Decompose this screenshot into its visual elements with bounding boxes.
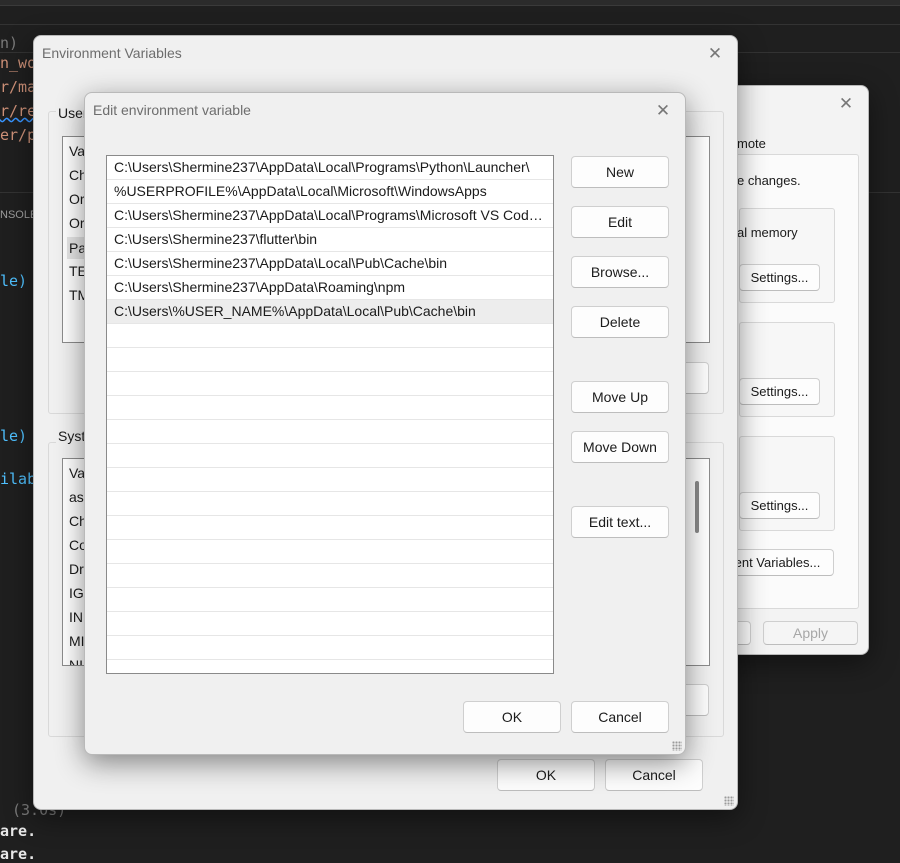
- path-entry[interactable]: C:\Users\Shermine237\AppData\Local\Pub\C…: [107, 252, 553, 276]
- terminal-line: are.: [0, 845, 37, 863]
- list-item[interactable]: MI: [69, 633, 85, 649]
- empty-row[interactable]: [107, 540, 553, 564]
- list-item[interactable]: Va: [69, 143, 85, 159]
- empty-row[interactable]: [107, 372, 553, 396]
- cancel-button[interactable]: Cancel: [605, 759, 703, 791]
- apply-button[interactable]: Apply: [763, 621, 858, 645]
- empty-row[interactable]: [107, 516, 553, 540]
- path-entry[interactable]: C:\Users\Shermine237\flutter\bin: [107, 228, 553, 252]
- code-line: n_wo: [0, 54, 37, 72]
- empty-row[interactable]: [107, 660, 553, 673]
- startup-settings-button[interactable]: Settings...: [739, 492, 820, 519]
- memory-text: al memory: [737, 225, 798, 240]
- ok-button[interactable]: OK: [463, 701, 561, 733]
- list-item[interactable]: Or: [69, 215, 85, 231]
- empty-row[interactable]: [107, 468, 553, 492]
- edit-button[interactable]: Edit: [571, 206, 669, 238]
- window-title: Environment Variables: [42, 45, 182, 61]
- terminal-line: are.: [0, 822, 37, 840]
- path-entries-list[interactable]: C:\Users\Shermine237\AppData\Local\Progr…: [106, 155, 554, 674]
- editor-title-bar: [0, 0, 900, 6]
- empty-row[interactable]: [107, 396, 553, 420]
- list-item[interactable]: IN: [69, 609, 83, 625]
- code-line: r/ma: [0, 78, 37, 96]
- terminal-line: le): [0, 427, 28, 445]
- edit-environment-variable-window: Edit environment variable ✕ C:\Users\She…: [84, 92, 686, 755]
- close-icon[interactable]: ✕: [649, 99, 677, 123]
- empty-row[interactable]: [107, 492, 553, 516]
- empty-row[interactable]: [107, 588, 553, 612]
- resize-grip-icon[interactable]: [672, 741, 682, 751]
- close-icon[interactable]: ✕: [701, 42, 729, 66]
- tab-remote[interactable]: mote: [737, 136, 766, 151]
- empty-row[interactable]: [107, 636, 553, 660]
- admin-note-text: e changes.: [737, 173, 801, 188]
- code-line: er/p: [0, 126, 37, 144]
- path-entry[interactable]: C:\Users\Shermine237\AppData\Roaming\npm: [107, 276, 553, 300]
- move-up-button[interactable]: Move Up: [571, 381, 669, 413]
- empty-row[interactable]: [107, 564, 553, 588]
- path-entry-selected[interactable]: C:\Users\%USER_NAME%\AppData\Local\Pub\C…: [107, 300, 553, 324]
- cancel-button[interactable]: Cancel: [571, 701, 669, 733]
- profiles-settings-button[interactable]: Settings...: [739, 378, 820, 405]
- empty-row[interactable]: [107, 612, 553, 636]
- list-item[interactable]: IG: [69, 585, 84, 601]
- code-line: r/re: [0, 102, 37, 120]
- resize-grip-icon[interactable]: [724, 796, 734, 806]
- browse-button[interactable]: Browse...: [571, 256, 669, 288]
- empty-row[interactable]: [107, 324, 553, 348]
- performance-settings-button[interactable]: Settings...: [739, 264, 820, 291]
- move-down-button[interactable]: Move Down: [571, 431, 669, 463]
- list-item[interactable]: Va: [69, 465, 85, 481]
- list-item[interactable]: Dr: [69, 561, 84, 577]
- window-title: Edit environment variable: [93, 102, 251, 118]
- empty-row[interactable]: [107, 420, 553, 444]
- editor-divider: [0, 24, 900, 28]
- list-item[interactable]: NI: [69, 657, 83, 665]
- list-item[interactable]: Or: [69, 191, 85, 207]
- ok-button[interactable]: OK: [497, 759, 595, 791]
- panel-tab-console[interactable]: NSOLE: [0, 209, 37, 221]
- edit-text-button[interactable]: Edit text...: [571, 506, 669, 538]
- delete-button[interactable]: Delete: [571, 306, 669, 338]
- path-entry[interactable]: C:\Users\Shermine237\AppData\Local\Progr…: [107, 156, 553, 180]
- code-line: n): [0, 34, 19, 52]
- terminal-line: le): [0, 272, 28, 290]
- path-entry[interactable]: C:\Users\Shermine237\AppData\Local\Progr…: [107, 204, 553, 228]
- new-button[interactable]: New: [571, 156, 669, 188]
- scrollbar-thumb[interactable]: [695, 481, 699, 533]
- close-icon[interactable]: ✕: [832, 92, 860, 116]
- empty-row[interactable]: [107, 444, 553, 468]
- empty-row[interactable]: [107, 348, 553, 372]
- path-entry[interactable]: %USERPROFILE%\AppData\Local\Microsoft\Wi…: [107, 180, 553, 204]
